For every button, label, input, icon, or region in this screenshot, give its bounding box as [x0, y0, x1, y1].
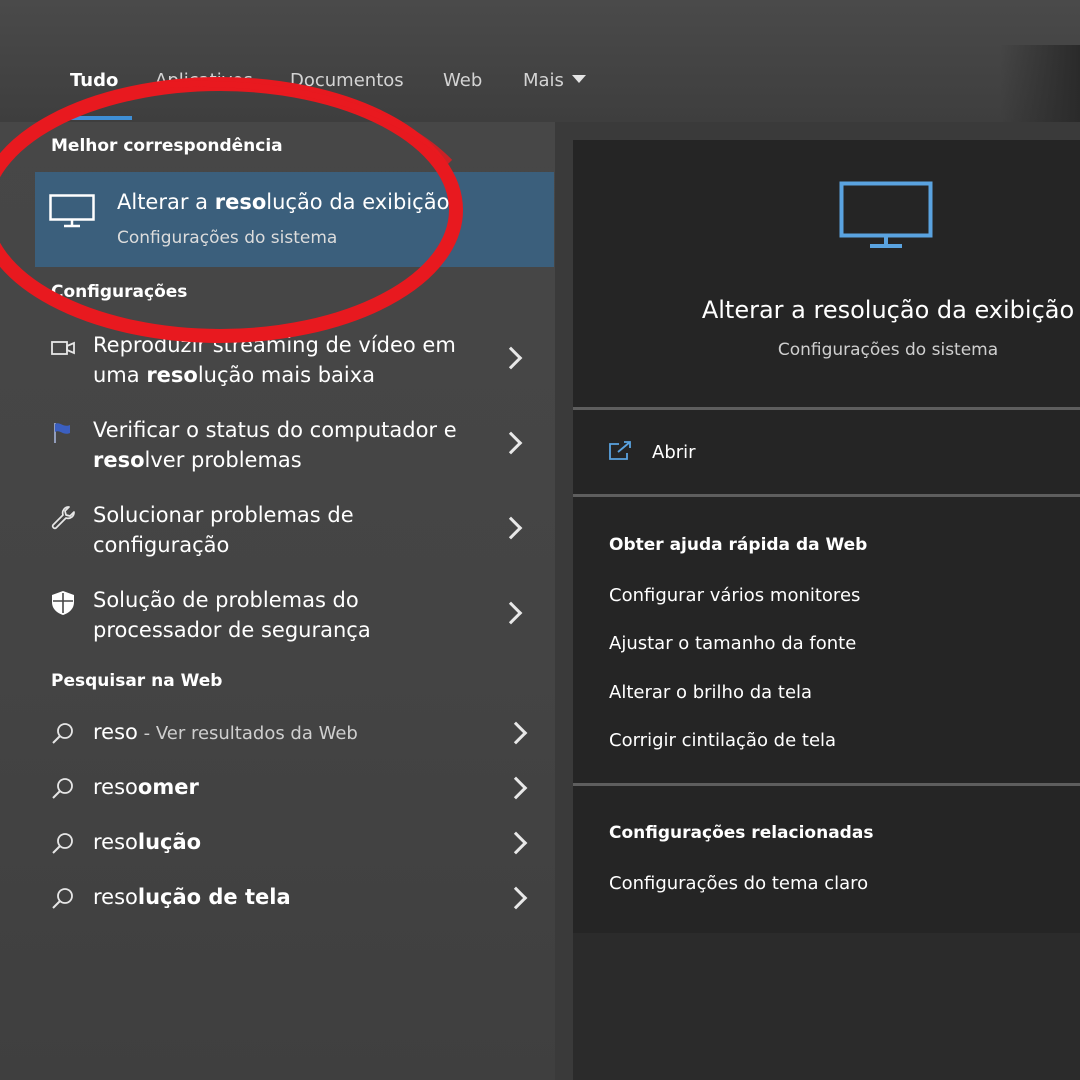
- open-external-icon: [609, 441, 631, 460]
- chevron-right-icon: [499, 601, 523, 625]
- detail-subtitle: Configurações do sistema: [777, 340, 999, 360]
- related-link-light-theme[interactable]: Configurações do tema claro: [609, 873, 868, 894]
- header-shadow: [1000, 45, 1080, 122]
- settings-item-label: Solucionar problemas de configuração: [93, 503, 354, 557]
- help-link-flicker[interactable]: Corrigir cintilação de tela: [609, 730, 836, 751]
- chevron-right-icon: [504, 886, 528, 910]
- web-help-heading: Obter ajuda rápida da Web: [609, 535, 868, 555]
- flag-icon: [54, 423, 70, 443]
- open-label: Abrir: [652, 442, 696, 463]
- web-search-item[interactable]: reso - Ver resultados da Web: [35, 714, 554, 754]
- search-icon: [52, 888, 73, 909]
- search-icon: [52, 833, 73, 854]
- wrench-icon: [51, 506, 75, 530]
- best-match-subtitle: Configurações do sistema: [117, 228, 338, 248]
- pane-separator: [555, 122, 573, 1080]
- settings-item-label: Verificar o status do computador e resol…: [93, 418, 457, 472]
- web-search-item[interactable]: resolução de tela: [35, 879, 554, 919]
- chevron-right-icon: [504, 831, 528, 855]
- help-link-multiple-monitors[interactable]: Configurar vários monitores: [609, 585, 860, 606]
- settings-item-video-streaming[interactable]: Reproduzir streaming de vídeo em uma res…: [35, 330, 554, 392]
- related-settings-heading: Configurações relacionadas: [609, 823, 874, 843]
- detail-pane-bottom: [573, 933, 1080, 1080]
- best-match-heading: Melhor correspondência: [51, 136, 283, 156]
- best-match-title: Alterar a resolução da exibição: [117, 190, 450, 214]
- detail-title: Alterar a resolução da exibição: [701, 296, 1075, 324]
- monitor-icon: [49, 194, 95, 228]
- divider: [573, 494, 1080, 497]
- tab-all[interactable]: Tudo: [70, 70, 118, 91]
- search-icon: [52, 723, 73, 744]
- monitor-icon: [839, 181, 933, 248]
- chevron-right-icon: [499, 431, 523, 455]
- help-link-font-size[interactable]: Ajustar o tamanho da fonte: [609, 633, 856, 654]
- divider: [573, 407, 1080, 410]
- web-search-label: resoomer: [93, 775, 199, 799]
- video-icon: [51, 341, 75, 355]
- divider: [573, 783, 1080, 786]
- search-icon: [52, 778, 73, 799]
- best-match-item[interactable]: Alterar a resolução da exibição Configur…: [35, 172, 554, 267]
- chevron-right-icon: [499, 516, 523, 540]
- filter-tabs: Tudo Aplicativos Documentos Web Mais: [0, 60, 700, 122]
- help-link-brightness[interactable]: Alterar o brilho da tela: [609, 682, 812, 703]
- settings-item-check-status[interactable]: Verificar o status do computador e resol…: [35, 415, 554, 477]
- web-search-label: resolução: [93, 830, 202, 854]
- settings-item-label: Solução de problemas do processador de s…: [93, 588, 371, 642]
- shield-icon: [52, 591, 74, 615]
- chevron-down-icon: [571, 75, 586, 83]
- web-search-label: resolução de tela: [93, 885, 291, 909]
- web-search-heading: Pesquisar na Web: [51, 671, 223, 691]
- detail-pane: Alterar a resolução da exibição Configur…: [573, 140, 1080, 933]
- active-tab-indicator: [58, 116, 132, 120]
- settings-heading: Configurações: [51, 282, 188, 302]
- settings-item-troubleshoot-config[interactable]: Solucionar problemas de configuração: [35, 500, 554, 562]
- web-search-item[interactable]: resoomer: [35, 769, 554, 809]
- open-button[interactable]: Abrir: [607, 438, 907, 472]
- chevron-right-icon: [504, 721, 528, 745]
- chevron-right-icon: [499, 346, 523, 370]
- tab-documents[interactable]: Documentos: [290, 70, 404, 91]
- tab-web[interactable]: Web: [443, 70, 482, 91]
- chevron-right-icon: [504, 776, 528, 800]
- pane-separator-top: [573, 122, 1080, 140]
- web-search-label: reso - Ver resultados da Web: [93, 720, 358, 744]
- settings-item-security-processor[interactable]: Solução de problemas do processador de s…: [35, 585, 554, 647]
- tab-more-label: Mais: [523, 70, 564, 91]
- settings-item-label: Reproduzir streaming de vídeo em uma res…: [93, 333, 456, 387]
- tab-apps[interactable]: Aplicativos: [155, 70, 253, 91]
- tab-more[interactable]: Mais: [523, 70, 586, 91]
- web-search-item[interactable]: resolução: [35, 824, 554, 864]
